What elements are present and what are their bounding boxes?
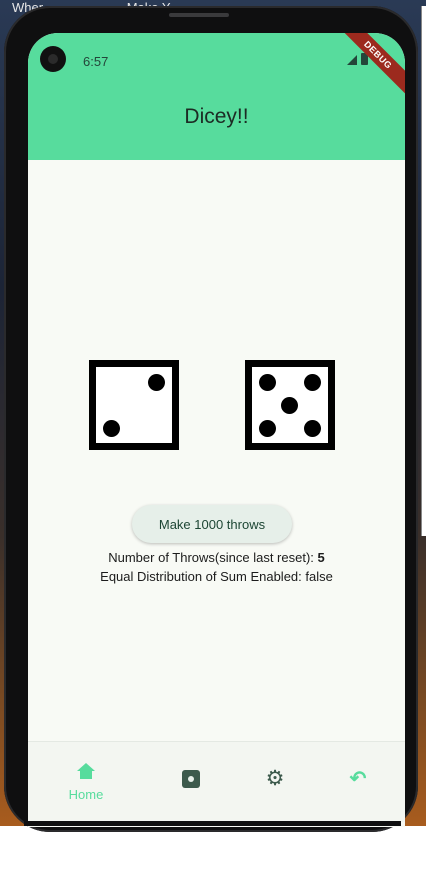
die-right[interactable] (245, 360, 335, 450)
die-pip (259, 374, 276, 391)
home-icon (77, 763, 95, 779)
phone-speaker (169, 13, 229, 17)
throws-count-line: Number of Throws(since last reset): 5 (28, 548, 405, 567)
die-face (252, 367, 328, 443)
nav-item-home[interactable]: Home (46, 742, 126, 822)
throws-count-value: 5 (317, 550, 325, 565)
distribution-status: Equal Distribution of Sum Enabled: false (100, 569, 333, 584)
nav-item-undo[interactable]: ↶ (318, 742, 398, 822)
status-time: 6:57 (83, 54, 109, 69)
app-bar: 6:57 DEBUG Dicey!! (28, 33, 405, 160)
die-pip (148, 374, 165, 391)
undo-icon: ↶ (349, 768, 367, 790)
die-pip (103, 420, 120, 437)
throw-stats: Number of Throws(since last reset): 5 Eq… (28, 548, 405, 586)
nav-item-dice[interactable] (151, 742, 231, 822)
camera-icon (40, 46, 66, 72)
make-1000-throws-button[interactable]: Make 1000 throws (132, 505, 292, 543)
phone-screen: 6:57 DEBUG Dicey!! Make 1000 throws Numb… (28, 33, 405, 827)
gear-icon: ⚙ (265, 767, 285, 790)
die-face (96, 367, 172, 443)
throws-count-label: Number of Throws(since last reset): (108, 550, 318, 565)
die-pip (259, 420, 276, 437)
desktop-window-edge (421, 6, 426, 536)
signal-icon (347, 55, 357, 65)
nav-item-label: Home (68, 787, 104, 802)
die-pip (281, 397, 298, 414)
die-left[interactable] (89, 360, 179, 450)
nav-item-settings[interactable]: ⚙ (235, 742, 315, 822)
phone-chin (24, 821, 401, 826)
app-title: Dicey!! (184, 105, 249, 128)
die-pip (304, 420, 321, 437)
dice-icon (182, 770, 200, 788)
bottom-navigation: Home ⚙ ↶ (28, 741, 405, 822)
die-pip (304, 374, 321, 391)
